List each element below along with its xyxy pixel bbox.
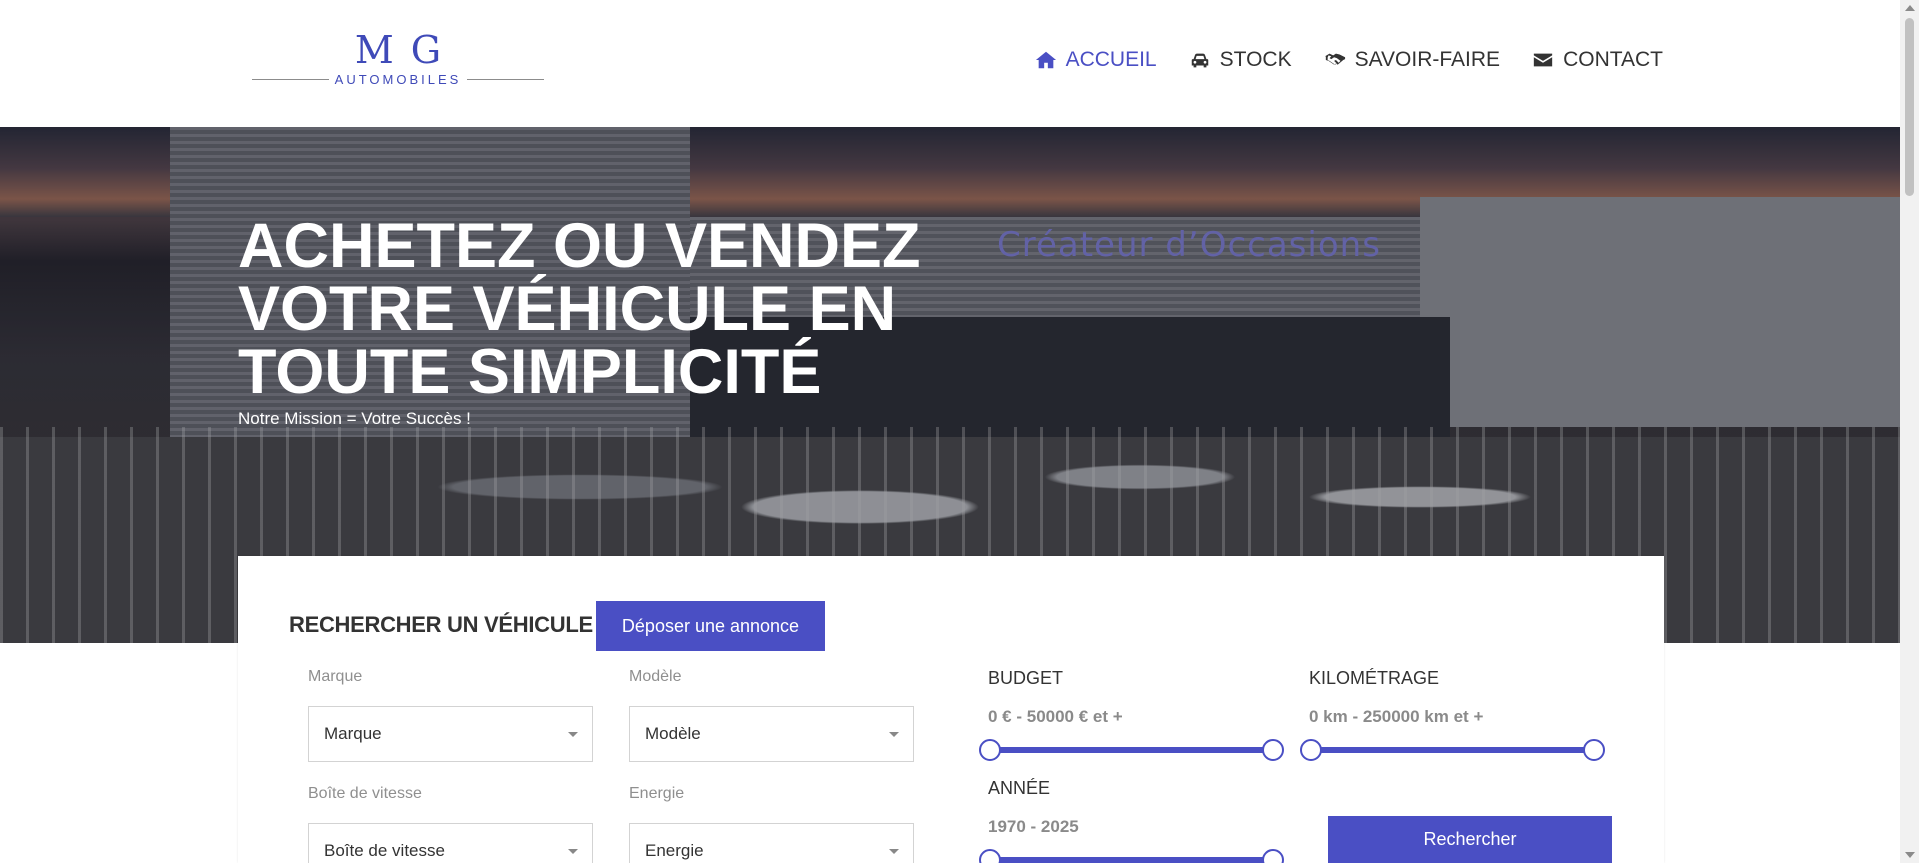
envelope-icon <box>1533 53 1553 67</box>
main-nav: ACCUEIL STOCK SAVOIR-FAIRE CONTACT <box>1003 48 1663 72</box>
kilometrage-label: KILOMÉTRAGE <box>1309 668 1440 688</box>
nav-item-stock[interactable]: STOCK <box>1189 48 1292 72</box>
modele-label: Modèle <box>629 668 682 685</box>
hero-title-line: TOUTE SIMPLICITÉ <box>238 337 822 407</box>
kilometrage-value: 0 km - 250000 km et + <box>1309 707 1484 726</box>
nav-item-contact[interactable]: CONTACT <box>1532 48 1663 72</box>
nav-label: CONTACT <box>1563 48 1663 71</box>
search-title: RECHERCHER UN VÉHICULE <box>289 612 593 637</box>
annee-value: 1970 - 2025 <box>988 817 1079 836</box>
marque-label: Marque <box>308 668 363 685</box>
kilometrage-max-handle[interactable] <box>1583 739 1605 761</box>
energie-value: Energie <box>645 841 704 860</box>
nav-label: STOCK <box>1219 48 1292 71</box>
hero-title-line: ACHETEZ OU VENDEZ <box>238 211 921 281</box>
kilometrage-min-handle[interactable] <box>1300 739 1322 761</box>
hero-subtitle: Notre Mission = Votre Succès ! <box>238 409 471 428</box>
energie-select[interactable]: Energie <box>629 823 914 863</box>
budget-min-handle[interactable] <box>979 739 1001 761</box>
nav-item-accueil[interactable]: ACCUEIL <box>1035 48 1157 72</box>
kilometrage-slider-track[interactable] <box>1311 747 1594 753</box>
chevron-down-icon <box>568 849 578 854</box>
rechercher-button[interactable]: Rechercher <box>1328 816 1612 863</box>
chevron-down-icon <box>889 849 899 854</box>
annee-label: ANNÉE <box>988 778 1051 798</box>
energie-label: Energie <box>629 785 685 802</box>
annee-max-handle[interactable] <box>1262 849 1284 863</box>
scroll-up-icon[interactable] <box>1905 5 1915 11</box>
logo-mark: MG <box>354 28 459 72</box>
budget-slider-track[interactable] <box>990 747 1273 753</box>
budget-value: 0 € - 50000 € et + <box>988 707 1123 726</box>
modele-value: Modèle <box>645 724 701 743</box>
boite-select[interactable]: Boîte de vitesse <box>308 823 593 863</box>
scroll-thumb[interactable] <box>1905 18 1914 196</box>
logo-subtitle: AUTOMOBILES <box>334 72 462 87</box>
nav-item-savoir-faire[interactable]: SAVOIR-FAIRE <box>1324 48 1500 72</box>
hero-title: ACHETEZ OU VENDEZ VOTRE VÉHICULE EN TOUT… <box>238 215 938 404</box>
annee-slider-track[interactable] <box>990 857 1273 863</box>
annee-min-handle[interactable] <box>979 849 1001 863</box>
budget-label: BUDGET <box>988 668 1064 688</box>
home-icon <box>1035 51 1056 69</box>
site-header: MG AUTOMOBILES ACCUEIL STOCK SAVOIR-FAIR… <box>0 0 1900 127</box>
scroll-down-icon[interactable] <box>1905 852 1915 858</box>
modele-select[interactable]: Modèle <box>629 706 914 762</box>
marque-select[interactable]: Marque <box>308 706 593 762</box>
nav-label: ACCUEIL <box>1065 48 1157 71</box>
page-scrollbar[interactable] <box>1900 0 1919 863</box>
handshake-icon <box>1324 53 1345 65</box>
chevron-down-icon <box>568 732 578 737</box>
chevron-down-icon <box>889 732 899 737</box>
vehicle-search-card: RECHERCHER UN VÉHICULE Déposer une annon… <box>238 556 1664 863</box>
boite-value: Boîte de vitesse <box>324 841 445 860</box>
hero-title-line: VOTRE VÉHICULE EN <box>238 274 897 344</box>
car-icon <box>1191 53 1208 68</box>
nav-label: SAVOIR-FAIRE <box>1354 48 1501 71</box>
budget-max-handle[interactable] <box>1262 739 1284 761</box>
marque-value: Marque <box>324 724 382 743</box>
boite-label: Boîte de vitesse <box>308 785 422 802</box>
deposer-annonce-button[interactable]: Déposer une annonce <box>596 601 825 651</box>
logo[interactable]: MG AUTOMOBILES <box>252 28 544 90</box>
